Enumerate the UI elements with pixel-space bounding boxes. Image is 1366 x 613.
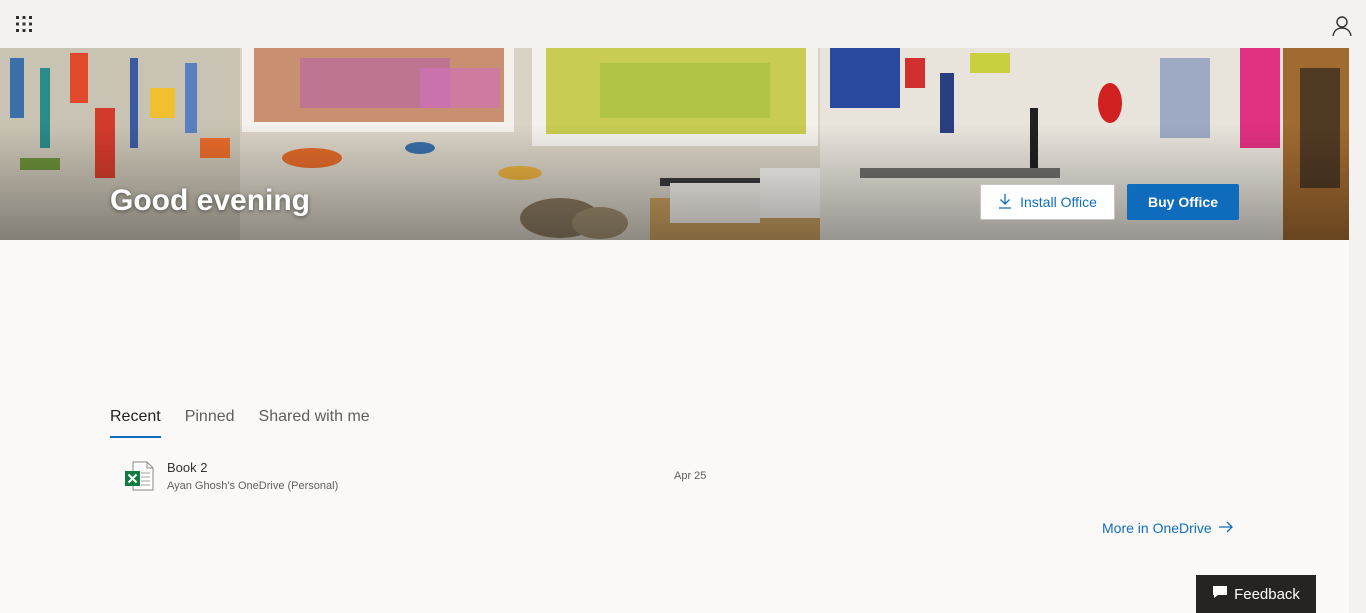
excel-icon [124,461,154,491]
file-name: Book 2 [167,460,208,475]
tab-shared-with-me[interactable]: Shared with me [259,408,370,438]
buy-office-button[interactable]: Buy Office [1127,184,1239,220]
scrollbar[interactable] [1349,48,1366,613]
app-launcher-icon[interactable] [14,14,34,34]
document-tabs: Recent Pinned Shared with me [110,408,370,438]
install-office-label: Install Office [1020,194,1097,210]
tab-pinned[interactable]: Pinned [185,408,235,438]
feedback-button[interactable]: Feedback [1196,575,1316,613]
chat-icon [1212,585,1228,603]
tab-recent[interactable]: Recent [110,408,161,438]
more-in-onedrive-link[interactable]: More in OneDrive [1102,519,1234,537]
account-icon[interactable] [1330,14,1354,38]
list-item[interactable]: Book 2 Ayan Ghosh's OneDrive (Personal) … [110,452,730,500]
install-office-button[interactable]: Install Office [980,184,1115,220]
top-bar [0,0,1366,48]
greeting-heading: Good evening [110,184,311,217]
download-icon [998,193,1012,212]
file-location: Ayan Ghosh's OneDrive (Personal) [167,480,339,492]
feedback-label: Feedback [1234,585,1300,603]
file-date: Apr 25 [674,470,707,482]
more-in-onedrive-label: More in OneDrive [1102,520,1212,536]
hero-banner: Good evening Install Office Buy Office [0,48,1349,240]
arrow-right-icon [1218,520,1234,537]
